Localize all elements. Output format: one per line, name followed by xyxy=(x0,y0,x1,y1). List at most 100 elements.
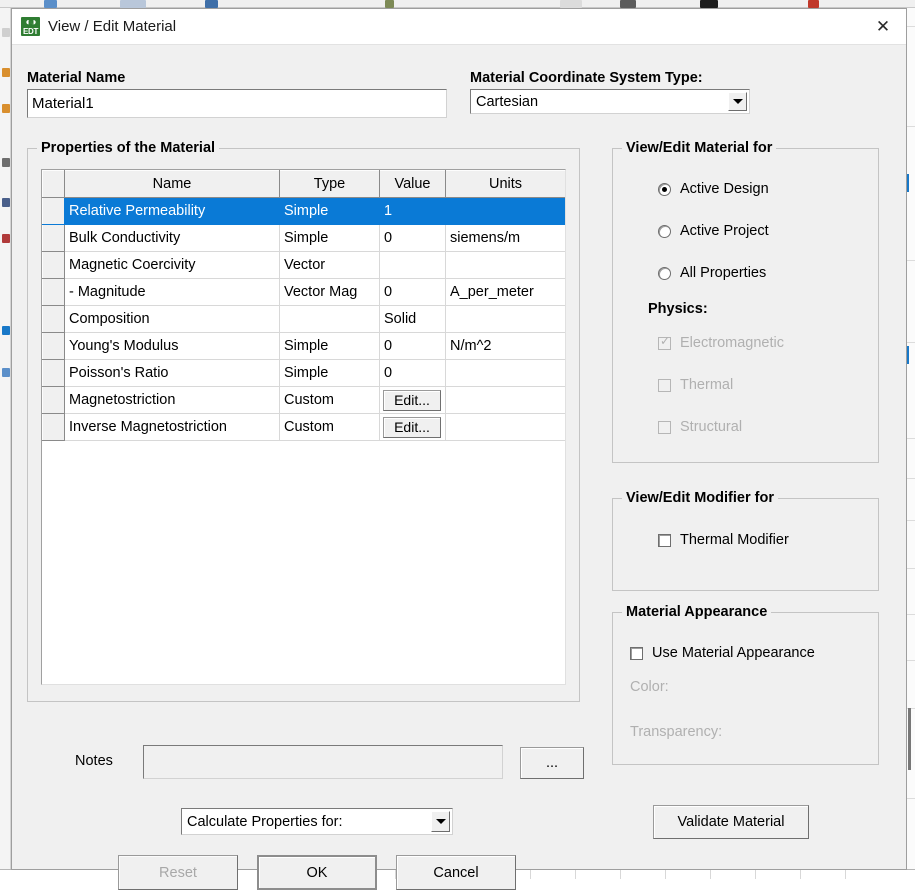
row-header-cell[interactable] xyxy=(43,360,65,387)
checkbox-use-material-appearance[interactable]: Use Material Appearance xyxy=(630,645,815,661)
edit-button[interactable]: Edit... xyxy=(383,417,441,438)
table-row[interactable]: Relative PermeabilitySimple1 xyxy=(43,198,566,225)
cell-type[interactable]: Custom xyxy=(280,414,380,441)
cell-type[interactable]: Vector xyxy=(280,252,380,279)
table-row[interactable]: Magnetic CoercivityVector xyxy=(43,252,566,279)
bg-grid-col xyxy=(575,870,576,879)
cell-name[interactable]: Composition xyxy=(65,306,280,333)
notes-browse-button[interactable]: ... xyxy=(520,747,584,779)
cell-units[interactable]: siemens/m xyxy=(446,225,566,252)
cell-units[interactable]: N/m^2 xyxy=(446,333,566,360)
cell-name[interactable]: Poisson's Ratio xyxy=(65,360,280,387)
cell-value[interactable]: 0 xyxy=(380,360,446,387)
column-header-units[interactable]: Units xyxy=(446,171,566,198)
cell-name[interactable]: Magnetic Coercivity xyxy=(65,252,280,279)
cell-units[interactable] xyxy=(446,252,566,279)
row-header-cell[interactable] xyxy=(43,279,65,306)
cell-units[interactable] xyxy=(446,387,566,414)
radio-icon xyxy=(658,183,671,196)
cell-name[interactable]: Inverse Magnetostriction xyxy=(65,414,280,441)
checkbox-icon xyxy=(630,647,643,660)
dialog-titlebar: ◐◑ EDT View / Edit Material ✕ xyxy=(12,9,906,45)
cell-units[interactable] xyxy=(446,198,566,225)
checkbox-thermal: Thermal xyxy=(658,377,733,393)
notes-input[interactable] xyxy=(143,745,503,779)
edit-button[interactable]: Edit... xyxy=(383,390,441,411)
calculate-properties-combo[interactable]: Calculate Properties for: xyxy=(181,808,453,835)
column-header-type[interactable]: Type xyxy=(280,171,380,198)
cell-name[interactable]: Magnetostriction xyxy=(65,387,280,414)
coord-system-combo[interactable]: Cartesian xyxy=(470,89,750,114)
view-edit-modifier-title: View/Edit Modifier for xyxy=(622,490,778,506)
bg-left-icon xyxy=(2,28,10,37)
radio-active-design[interactable]: Active Design xyxy=(658,181,769,197)
cell-units[interactable]: A_per_meter xyxy=(446,279,566,306)
cell-name[interactable]: Bulk Conductivity xyxy=(65,225,280,252)
cell-name[interactable]: Relative Permeability xyxy=(65,198,280,225)
chevron-down-icon[interactable] xyxy=(431,811,450,832)
ok-button[interactable]: OK xyxy=(257,855,377,890)
radio-active-project[interactable]: Active Project xyxy=(658,223,769,239)
cell-value[interactable]: 0 xyxy=(380,225,446,252)
row-header-cell[interactable] xyxy=(43,252,65,279)
column-header-rownum[interactable] xyxy=(43,171,65,198)
cell-units[interactable] xyxy=(446,306,566,333)
cell-name[interactable]: Young's Modulus xyxy=(65,333,280,360)
cell-value[interactable]: Edit... xyxy=(380,414,446,441)
table-row[interactable]: Inverse MagnetostrictionCustomEdit... xyxy=(43,414,566,441)
cell-type[interactable]: Simple xyxy=(280,225,380,252)
column-header-value[interactable]: Value xyxy=(380,171,446,198)
table-row[interactable]: - MagnitudeVector Mag0A_per_meter xyxy=(43,279,566,306)
table-row[interactable]: MagnetostrictionCustomEdit... xyxy=(43,387,566,414)
properties-table-container[interactable]: Name Type Value Units Relative Permeabil… xyxy=(41,169,566,685)
table-row[interactable]: Young's ModulusSimple0N/m^2 xyxy=(43,333,566,360)
cell-type[interactable] xyxy=(280,306,380,333)
cell-type[interactable]: Simple xyxy=(280,198,380,225)
cancel-button[interactable]: Cancel xyxy=(396,855,516,890)
table-row[interactable]: Composition Solid xyxy=(43,306,566,333)
radio-all-properties-label: All Properties xyxy=(680,265,766,281)
table-row[interactable]: Poisson's RatioSimple0 xyxy=(43,360,566,387)
view-edit-material-dialog: ◐◑ EDT View / Edit Material ✕ Material N… xyxy=(11,8,907,870)
column-header-name[interactable]: Name xyxy=(65,171,280,198)
row-header-cell[interactable] xyxy=(43,333,65,360)
checkbox-thermal-modifier[interactable]: Thermal Modifier xyxy=(658,532,789,548)
dialog-body: Material Name Material1 Material Coordin… xyxy=(12,45,906,869)
close-icon[interactable]: ✕ xyxy=(860,9,906,45)
edt-globe-icon: ◐◑ EDT xyxy=(21,17,40,36)
row-header-cell[interactable] xyxy=(43,306,65,333)
row-header-cell[interactable] xyxy=(43,414,65,441)
material-name-input[interactable]: Material1 xyxy=(27,89,447,118)
cell-value[interactable]: 0 xyxy=(380,333,446,360)
globe-glyph: ◐◑ xyxy=(23,18,38,27)
cell-type[interactable]: Simple xyxy=(280,360,380,387)
cell-type[interactable]: Custom xyxy=(280,387,380,414)
cell-units[interactable] xyxy=(446,414,566,441)
cell-value[interactable]: Edit... xyxy=(380,387,446,414)
cell-value[interactable] xyxy=(380,252,446,279)
checkbox-icon xyxy=(658,337,671,350)
bg-left-icon xyxy=(2,68,10,77)
cell-value[interactable]: 0 xyxy=(380,279,446,306)
reset-button[interactable]: Reset xyxy=(118,855,238,890)
bg-toolbar-icon xyxy=(700,0,718,8)
properties-table: Name Type Value Units Relative Permeabil… xyxy=(42,170,566,441)
cell-units[interactable] xyxy=(446,360,566,387)
chevron-down-icon[interactable] xyxy=(728,92,747,111)
checkbox-thermal-modifier-label: Thermal Modifier xyxy=(680,532,789,548)
cell-value[interactable]: 1 xyxy=(380,198,446,225)
cell-name[interactable]: - Magnitude xyxy=(65,279,280,306)
table-row[interactable]: Bulk ConductivitySimple0siemens/m xyxy=(43,225,566,252)
view-edit-material-for-title: View/Edit Material for xyxy=(622,140,776,156)
radio-all-properties[interactable]: All Properties xyxy=(658,265,766,281)
cell-type[interactable]: Simple xyxy=(280,333,380,360)
bg-left-icon xyxy=(2,158,10,167)
row-header-cell[interactable] xyxy=(43,198,65,225)
cell-value[interactable]: Solid xyxy=(380,306,446,333)
bg-left-icon xyxy=(2,198,10,207)
bg-scrollbar-thumb[interactable] xyxy=(908,708,911,770)
row-header-cell[interactable] xyxy=(43,225,65,252)
cell-type[interactable]: Vector Mag xyxy=(280,279,380,306)
validate-material-button[interactable]: Validate Material xyxy=(653,805,809,839)
row-header-cell[interactable] xyxy=(43,387,65,414)
